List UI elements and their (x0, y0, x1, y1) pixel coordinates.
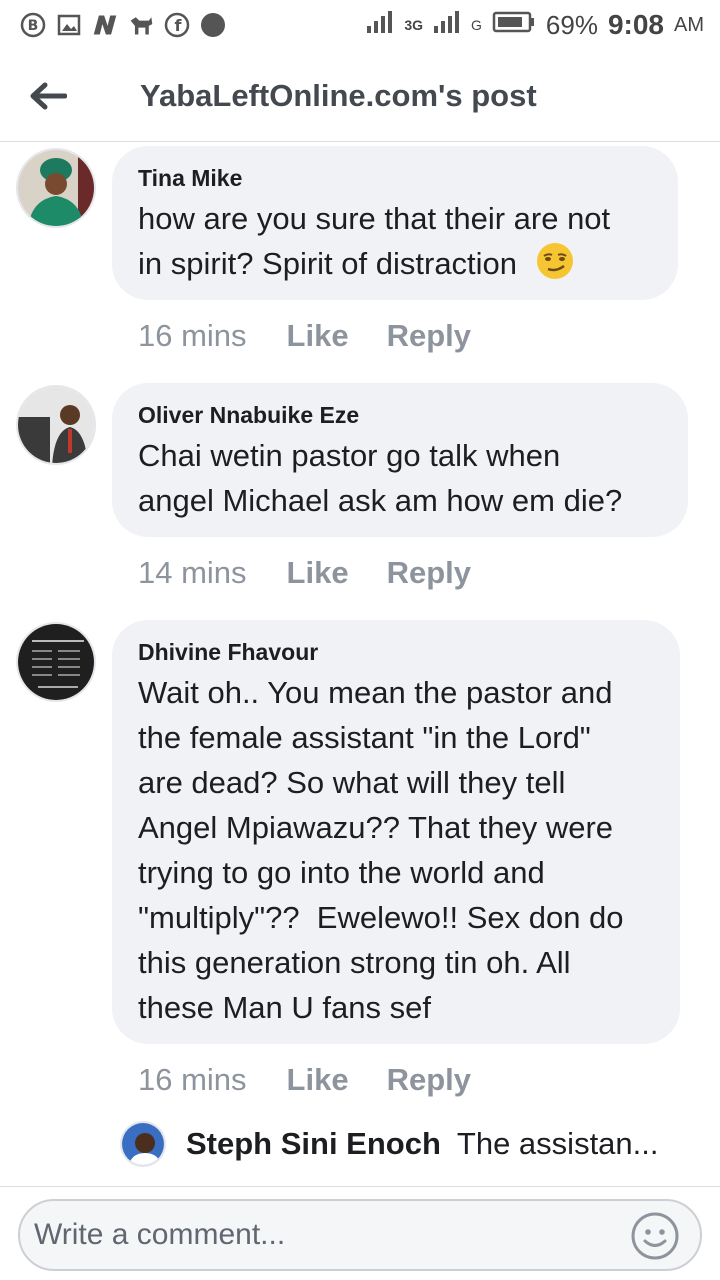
like-button[interactable]: Like (287, 1062, 349, 1098)
smirk-emoji-icon (536, 242, 574, 292)
comment-line: "multiply"?? Ewelewo!! Sex don do (138, 900, 624, 935)
comment-actions: 14 mins Like Reply (138, 555, 509, 591)
comment-text: Chai wetin pastor go talk when angel Mic… (138, 433, 662, 523)
comment-author[interactable]: Oliver Nnabuike Eze (138, 401, 662, 429)
dog-icon (128, 12, 154, 38)
status-bar: B f 3G G 69% 9:08 AM (0, 0, 720, 50)
facebook-icon: f (164, 12, 190, 38)
post-header: YabaLeftOnline.com's post (0, 50, 720, 142)
clock-time: 9:08 (607, 9, 664, 40)
b-app-icon: B (20, 12, 46, 38)
comment-composer[interactable] (18, 1199, 702, 1271)
comment-line: angel Michael ask am how em die? (138, 483, 623, 518)
signal-2-icon (433, 10, 461, 41)
comment-bubble[interactable]: Dhivine Fhavour Wait oh.. You mean the p… (112, 620, 680, 1044)
comment-line: are dead? So what will they tell (138, 765, 566, 800)
comment-bubble[interactable]: Oliver Nnabuike Eze Chai wetin pastor go… (112, 383, 688, 537)
comment-line: trying to go into the world and (138, 855, 545, 890)
reply-button[interactable]: Reply (387, 1062, 471, 1098)
like-button[interactable]: Like (287, 555, 349, 591)
gallery-icon (56, 12, 82, 38)
comment-actions: 16 mins Like Reply (138, 318, 509, 354)
clock-ampm: AM (674, 13, 704, 36)
comment-line: this generation strong tin oh. All (138, 945, 571, 980)
reply-snippet: The assistan... (456, 1126, 659, 1161)
comment-line: Wait oh.. You mean the pastor and (138, 675, 613, 710)
back-arrow-icon (30, 82, 67, 109)
reply-author[interactable]: Steph Sini Enoch (186, 1126, 441, 1162)
network-3g-label: 3G (404, 17, 424, 33)
comment-time: 16 mins (138, 1062, 247, 1097)
svg-text:B: B (28, 18, 39, 34)
page-title: YabaLeftOnline.com's post (140, 77, 537, 113)
comment-text: how are you sure that their are not in s… (138, 196, 652, 292)
battery-percent: 69% (545, 9, 598, 40)
comment-author[interactable]: Tina Mike (138, 164, 652, 192)
n-app-icon (92, 12, 118, 38)
avatar[interactable] (16, 148, 96, 228)
svg-text:f: f (175, 16, 183, 35)
reply-preview[interactable]: Steph Sini Enoch The assistan... (120, 1120, 659, 1168)
back-button[interactable] (18, 66, 78, 126)
avatar (120, 1121, 166, 1167)
comment-line: Angel Mpiawazu?? That they were (138, 810, 614, 845)
record-icon (200, 12, 226, 38)
reply-button[interactable]: Reply (387, 318, 471, 354)
comment-time: 16 mins (138, 318, 247, 353)
comment-line: in spirit? Spirit of distraction (138, 246, 518, 281)
comment-author[interactable]: Dhivine Fhavour (138, 638, 654, 666)
comment-time: 14 mins (138, 555, 247, 590)
comment-line: Chai wetin pastor go talk when (138, 438, 561, 473)
avatar[interactable] (16, 385, 96, 465)
reply-button[interactable]: Reply (387, 555, 471, 591)
smiley-icon[interactable] (630, 1211, 680, 1261)
avatar[interactable] (16, 622, 96, 702)
comment-line: the female assistant "in the Lord" (138, 720, 591, 755)
network-g-label: G (471, 17, 482, 33)
comment-actions: 16 mins Like Reply (138, 1062, 509, 1098)
comment-line: these Man U fans sef (138, 990, 431, 1025)
comment-composer-bar (0, 1186, 720, 1280)
battery-icon (492, 10, 536, 41)
comment-input[interactable] (34, 1218, 594, 1252)
signal-icon (366, 10, 394, 41)
like-button[interactable]: Like (287, 318, 349, 354)
comment-line: how are you sure that their are not (138, 201, 611, 236)
comment-bubble[interactable]: Tina Mike how are you sure that their ar… (112, 146, 678, 300)
comment-text: Wait oh.. You mean the pastor and the fe… (138, 670, 654, 1030)
